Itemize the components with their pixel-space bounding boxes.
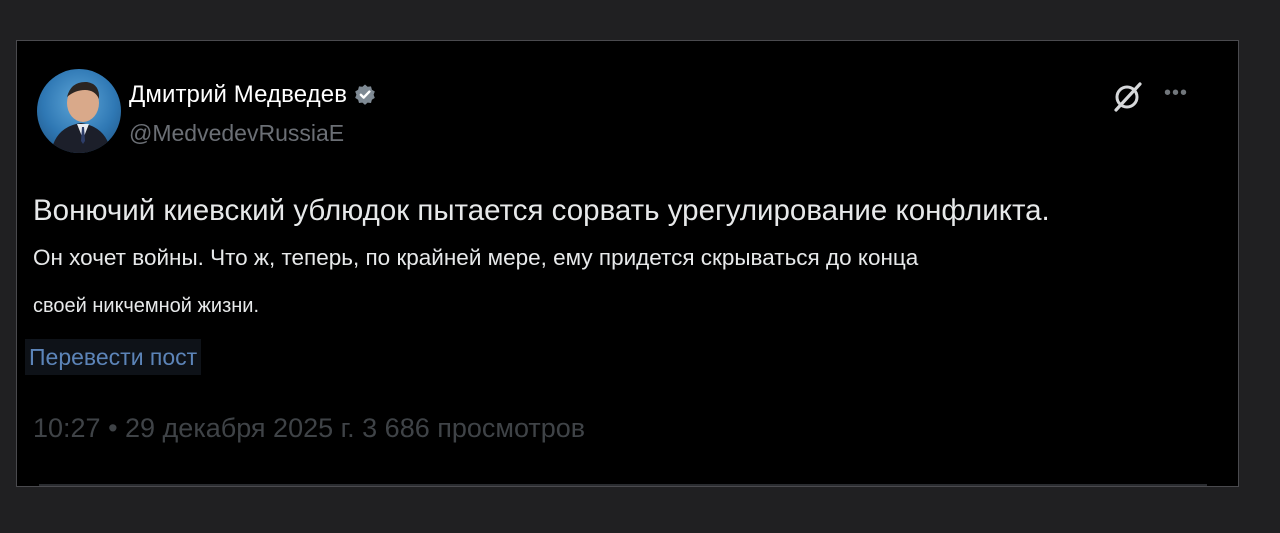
translate-post-link[interactable]: Перевести пост xyxy=(25,339,202,375)
post-text-line-1: Вонючий киевский ублюдок пытается сорват… xyxy=(33,194,1050,227)
avatar[interactable] xyxy=(37,69,121,153)
post-timestamp-views: 10:27 • 29 декабря 2025 г. 3 686 просмот… xyxy=(33,413,586,443)
divider xyxy=(39,484,1207,486)
post-text-line-3: своей никчемной жизни. xyxy=(33,295,260,317)
post-card: Дмитрий Медведев @MedvedevRussiaE ••• Во… xyxy=(16,40,1239,487)
author-display-name[interactable]: Дмитрий Медведев xyxy=(129,81,347,109)
more-options-icon[interactable]: ••• xyxy=(1164,79,1204,107)
author-handle[interactable]: @MedvedevRussiaE xyxy=(129,119,344,147)
grok-icon[interactable] xyxy=(1111,79,1145,113)
post-text-line-2: Он хочет войны. Что ж, теперь, по крайне… xyxy=(33,245,919,270)
verified-badge-icon xyxy=(353,83,377,107)
author-name-row: Дмитрий Медведев xyxy=(129,81,377,109)
